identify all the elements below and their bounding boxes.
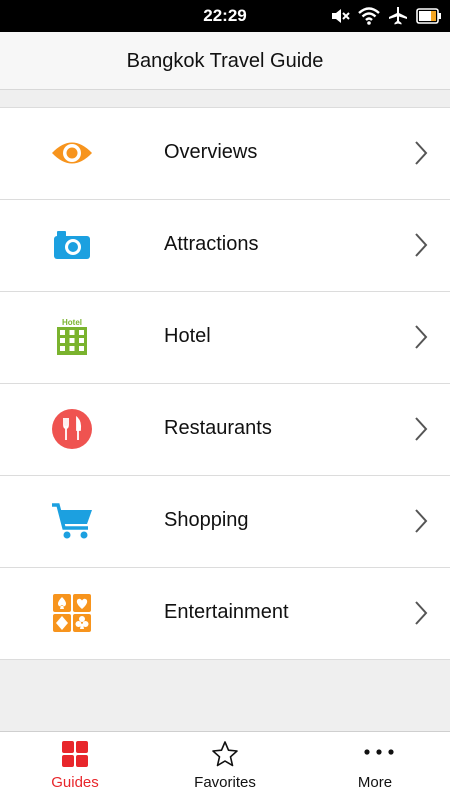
fork-knife-icon (50, 409, 94, 449)
tab-more[interactable]: More (300, 732, 450, 800)
camera-icon (50, 225, 94, 265)
menu-item-label: Restaurants (164, 417, 272, 439)
hotel-icon: Hotel (50, 317, 94, 357)
bottom-tab-bar: Guides Favorites More (0, 731, 450, 800)
cart-icon (50, 501, 94, 541)
menu-item-entertainment[interactable]: Entertainment (0, 568, 450, 660)
guide-menu: Overviews Attractions Hotel Hotel Restau… (0, 107, 450, 660)
tab-label: More (357, 774, 393, 791)
menu-item-label: Shopping (164, 509, 249, 531)
cards-icon (50, 593, 94, 633)
tab-favorites[interactable]: Favorites (150, 732, 300, 800)
menu-item-label: Entertainment (164, 601, 289, 623)
airplane-icon (388, 6, 408, 26)
chevron-right-icon (414, 600, 428, 631)
more-dots-icon (361, 740, 394, 768)
star-icon (211, 740, 239, 768)
menu-item-label: Hotel (164, 325, 211, 347)
menu-item-attractions[interactable]: Attractions (0, 200, 450, 292)
grid-icon (61, 740, 89, 768)
battery-icon (416, 8, 442, 24)
chevron-right-icon (414, 140, 428, 171)
menu-item-label: Overviews (164, 141, 258, 163)
menu-item-restaurants[interactable]: Restaurants (0, 384, 450, 476)
chevron-right-icon (414, 508, 428, 539)
svg-text:Hotel: Hotel (62, 318, 82, 327)
wifi-icon (358, 7, 380, 25)
menu-item-overviews[interactable]: Overviews (0, 108, 450, 200)
eye-icon (50, 133, 94, 173)
page-title: Bangkok Travel Guide (126, 50, 324, 72)
chevron-right-icon (414, 324, 428, 355)
menu-item-hotel[interactable]: Hotel Hotel (0, 292, 450, 384)
tab-label: Favorites (194, 774, 256, 791)
mute-icon (330, 7, 350, 25)
menu-item-label: Attractions (164, 233, 259, 255)
chevron-right-icon (414, 416, 428, 447)
status-icons (330, 6, 442, 26)
menu-item-shopping[interactable]: Shopping (0, 476, 450, 568)
tab-guides[interactable]: Guides (0, 732, 150, 800)
app-header: Bangkok Travel Guide (0, 32, 450, 90)
status-bar: 22:29 (0, 0, 450, 32)
chevron-right-icon (414, 232, 428, 263)
tab-label: Guides (51, 774, 99, 791)
